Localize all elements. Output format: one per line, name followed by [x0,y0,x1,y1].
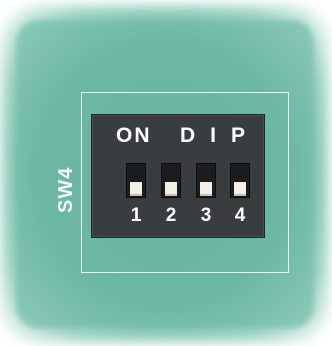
switch-number-1: 1 [130,205,142,226]
switch-designator: SW4 [55,166,77,213]
pcb-closeup: SW4 ON DIP 1 2 3 4 [0,0,332,346]
switch-lever-4[interactable] [234,182,246,196]
switch-number-3: 3 [200,205,212,226]
switch-slot-2[interactable] [161,163,181,198]
switch-number-4: 4 [234,205,246,226]
switch-number-2: 2 [165,205,177,226]
switch-slot-4[interactable] [230,163,250,198]
on-label: ON [116,124,152,147]
dip-label: DIP [180,124,261,147]
switch-lever-2[interactable] [165,182,177,196]
switch-lever-1[interactable] [130,182,142,196]
switch-lever-3[interactable] [200,182,212,196]
switch-slot-3[interactable] [196,163,216,198]
switch-slot-1[interactable] [126,163,146,198]
